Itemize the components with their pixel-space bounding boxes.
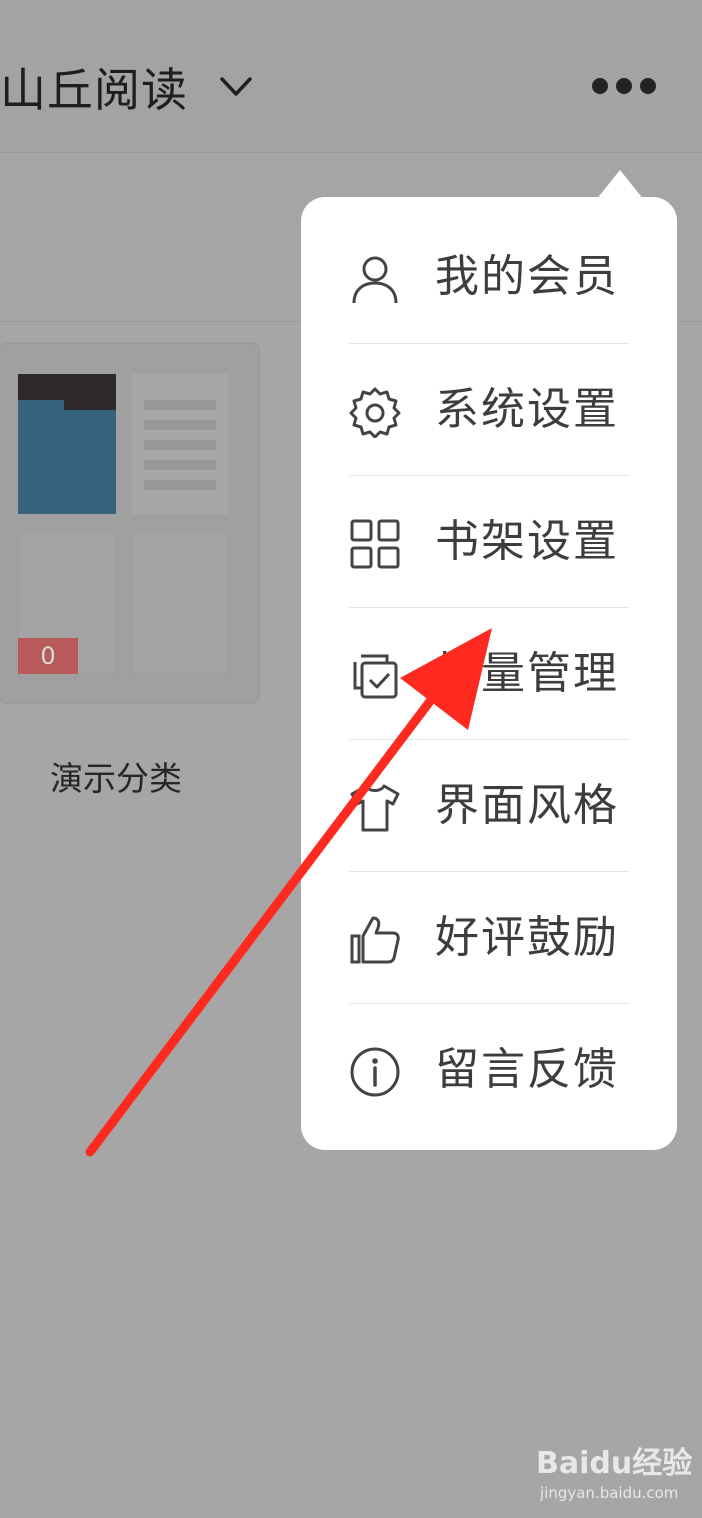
- popup-menu: 我的会员 系统设置 书架设置 批量管理 界面风格 好评鼓励 留言反馈: [301, 197, 677, 1150]
- menu-item-label: 我的会员: [435, 251, 619, 302]
- menu-item-label: 留言反馈: [435, 1044, 619, 1095]
- watermark-url: jingyan.baidu.com: [540, 1484, 679, 1502]
- menu-item-membership[interactable]: 我的会员: [301, 211, 677, 343]
- thumbs-up-icon: [350, 916, 400, 964]
- app-title[interactable]: 山丘阅读: [0, 54, 188, 120]
- document-thumbnail: [132, 374, 228, 514]
- category-label[interactable]: 演示分类: [50, 752, 182, 800]
- menu-item-batch-manage[interactable]: 批量管理: [301, 608, 677, 740]
- menu-item-theme-style[interactable]: 界面风格: [301, 740, 677, 872]
- menu-item-feedback[interactable]: 留言反馈: [301, 1004, 677, 1136]
- menu-item-rate-us[interactable]: 好评鼓励: [301, 872, 677, 1004]
- watermark-logo: Baidu经验: [536, 1446, 693, 1481]
- gear-icon: [349, 387, 401, 438]
- baidu-watermark: Baidu经验 jingyan.baidu.com: [536, 1438, 692, 1506]
- popup-pointer: [596, 170, 644, 200]
- chevron-down-icon[interactable]: [220, 76, 252, 98]
- category-card[interactable]: 0: [0, 344, 258, 702]
- menu-item-label: 书架设置: [435, 516, 619, 567]
- menu-item-label: 批量管理: [435, 648, 619, 699]
- user-icon: [352, 256, 398, 304]
- count-badge: 0: [18, 638, 78, 674]
- grid-icon: [350, 519, 400, 569]
- menu-item-label: 系统设置: [435, 384, 619, 435]
- batch-check-icon: [353, 654, 398, 699]
- top-bar: 山丘阅读: [0, 0, 702, 152]
- shirt-icon: [350, 784, 400, 832]
- info-icon: [350, 1047, 400, 1097]
- menu-item-shelf-settings[interactable]: 书架设置: [301, 476, 677, 608]
- menu-item-label: 好评鼓励: [435, 912, 619, 963]
- menu-item-system-settings[interactable]: 系统设置: [301, 344, 677, 476]
- more-dots-icon[interactable]: [592, 78, 656, 96]
- empty-thumbnail: [132, 532, 228, 674]
- menu-item-label: 界面风格: [435, 780, 619, 831]
- folder-thumbnail: [18, 374, 116, 514]
